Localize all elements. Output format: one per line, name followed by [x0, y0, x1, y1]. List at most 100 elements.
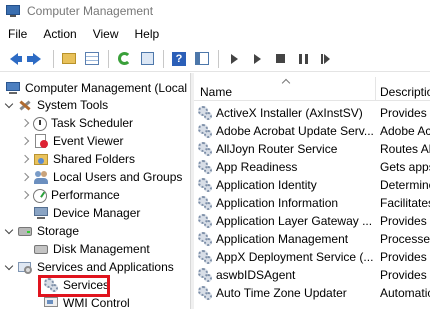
list-item[interactable]: Application Identity Determine [194, 175, 430, 194]
service-gear-icon [197, 141, 213, 157]
expand-chevron-icon[interactable] [20, 114, 30, 132]
back-button[interactable] [3, 48, 25, 70]
start-service-alt-icon [253, 53, 261, 64]
help-icon: ? [172, 51, 186, 66]
restart-service-icon [321, 53, 331, 64]
service-description: Processes i [380, 231, 430, 246]
service-name: aswbIDSAgent [216, 267, 296, 282]
service-name: AppX Deployment Service (... [216, 249, 374, 264]
tree-item-storage[interactable]: Storage [4, 222, 79, 240]
tree-item-label: Device Manager [53, 206, 141, 220]
tree-item-task-scheduler[interactable]: Task Scheduler [20, 114, 133, 132]
tree-item-services-and-applications[interactable]: Services and Applications [4, 258, 174, 276]
help-button[interactable]: ? [168, 48, 190, 70]
collapse-chevron-icon[interactable] [4, 258, 14, 276]
tree-item-label: Computer Management (Local [25, 81, 188, 95]
service-description: Provides U [380, 105, 430, 120]
service-name: Auto Time Zone Updater [216, 285, 347, 300]
tree-item-root[interactable]: Computer Management (Local [2, 79, 187, 97]
list-item[interactable]: ActiveX Installer (AxInstSV) Provides U [194, 103, 430, 122]
window-title: Computer Management [27, 4, 154, 18]
export-list-icon [140, 52, 154, 65]
up-one-level-button[interactable] [58, 48, 80, 70]
tree-item-device-manager[interactable]: Device Manager [30, 204, 140, 222]
start-service-button[interactable] [223, 48, 245, 70]
service-gear-icon [197, 267, 213, 283]
toolbar-separator [108, 49, 109, 68]
event-log-icon [33, 133, 49, 149]
tree-item-label: Shared Folders [53, 152, 136, 166]
title-bar: Computer Management [0, 0, 430, 22]
show-hide-tree-button[interactable] [81, 48, 103, 70]
column-header-name[interactable]: Name [200, 85, 232, 99]
tree-item-label: Disk Management [53, 242, 150, 256]
list-item[interactable]: aswbIDSAgent Provides s [194, 265, 430, 284]
tree-item-shared-folders[interactable]: Shared Folders [20, 150, 135, 168]
list-item[interactable]: AllJoyn Router Service Routes AllJ [194, 139, 430, 158]
refresh-button[interactable] [113, 48, 135, 70]
collapse-chevron-icon[interactable] [4, 96, 14, 114]
service-name: Application Layer Gateway ... [216, 213, 373, 228]
pause-service-button[interactable] [292, 48, 314, 70]
properties-button[interactable] [191, 48, 213, 70]
collapse-chevron-icon[interactable] [4, 222, 14, 240]
show-hide-tree-icon [85, 52, 99, 65]
forward-button[interactable] [26, 48, 48, 70]
tree-item-performance[interactable]: Performance [20, 186, 120, 204]
tree-item-event-viewer[interactable]: Event Viewer [20, 132, 123, 150]
tree-item-label: WMI Control [63, 296, 130, 309]
service-gear-icon [197, 159, 213, 175]
service-gear-icon [197, 177, 213, 193]
restart-service-button[interactable] [315, 48, 337, 70]
tree-item-label: Services and Applications [37, 260, 174, 274]
service-description: Provides s [380, 267, 430, 282]
service-gear-icon [197, 231, 213, 247]
service-gear-icon [197, 105, 213, 121]
column-divider[interactable] [375, 77, 376, 101]
list-item[interactable]: Application Management Processes i [194, 229, 430, 248]
list-item[interactable]: App Readiness Gets apps r [194, 157, 430, 176]
menu-file[interactable]: File [0, 27, 35, 41]
toolbar-separator [218, 49, 219, 68]
expand-chevron-icon[interactable] [20, 168, 30, 186]
menu-bar: File Action View Help [0, 24, 430, 44]
menu-action[interactable]: Action [35, 27, 84, 41]
list-item[interactable]: Application Information Facilitates [194, 193, 430, 212]
device-manager-icon [33, 205, 49, 221]
menu-help[interactable]: Help [127, 27, 168, 41]
service-name: Application Information [216, 195, 339, 210]
clock-icon [33, 116, 47, 131]
tree-item-label: Task Scheduler [51, 116, 134, 130]
start-service-alt-button[interactable] [246, 48, 268, 70]
services-highlight-box [38, 275, 110, 297]
column-header-description[interactable]: Description [380, 85, 430, 99]
tree-item-label: Performance [51, 188, 120, 202]
service-gear-icon [197, 123, 213, 139]
list-item[interactable]: AppX Deployment Service (... Provides in [194, 247, 430, 266]
list-item[interactable]: Application Layer Gateway ... Provides s [194, 211, 430, 230]
tree-item-disk-management[interactable]: Disk Management [30, 240, 150, 258]
stop-service-button[interactable] [269, 48, 291, 70]
tree-item-label: Event Viewer [53, 134, 124, 148]
stop-service-icon [275, 54, 285, 63]
properties-icon [195, 52, 209, 65]
sort-ascending-icon [282, 77, 290, 85]
toolbar-separator [53, 49, 54, 68]
list-item[interactable]: Adobe Acrobat Update Serv... Adobe Acro [194, 121, 430, 140]
computer-management-icon [6, 4, 20, 18]
tree-item-system-tools[interactable]: System Tools [4, 96, 108, 114]
expand-chevron-icon[interactable] [20, 150, 30, 168]
expand-chevron-icon[interactable] [20, 186, 30, 204]
export-list-button[interactable] [136, 48, 158, 70]
menu-view[interactable]: View [85, 27, 127, 41]
tree-item-local-users[interactable]: Local Users and Groups [20, 168, 182, 186]
list-item[interactable]: Auto Time Zone Updater Automatic [194, 283, 430, 302]
services-list: Name Description ActiveX Installer (AxIn… [194, 73, 430, 309]
list-header: Name Description [194, 77, 430, 101]
service-gear-icon [197, 213, 213, 229]
forward-icon [27, 52, 41, 65]
service-name: ActiveX Installer (AxInstSV) [216, 105, 363, 120]
services-applications-icon [17, 259, 33, 275]
expand-chevron-icon[interactable] [20, 132, 30, 150]
service-description: Adobe Acro [380, 123, 430, 138]
